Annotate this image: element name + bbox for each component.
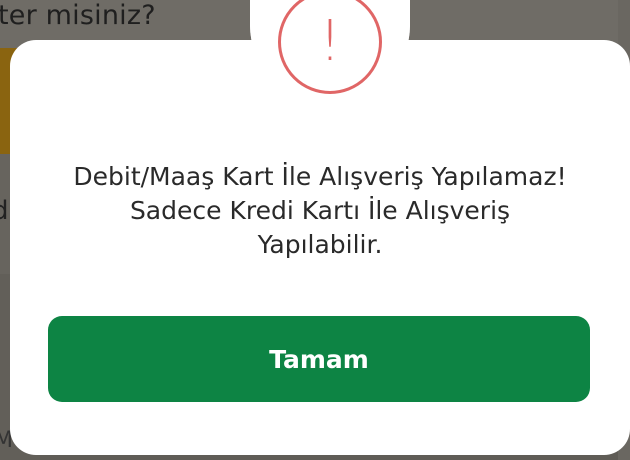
ok-button[interactable]: Tamam (48, 316, 590, 402)
background-question-text: ter misiniz? (0, 0, 156, 31)
background-side-text: d (0, 196, 9, 226)
alert-dialog: ! Debit/Maaş Kart İle Alışveriş Yapılama… (10, 0, 630, 455)
dialog-message: Debit/Maaş Kart İle Alışveriş Yapılamaz!… (10, 160, 630, 262)
exclamation-icon: ! (318, 9, 342, 74)
message-line-1: Debit/Maaş Kart İle Alışveriş Yapılamaz! (73, 162, 567, 191)
message-line-3: Yapılabilir. (257, 230, 383, 259)
message-line-2: Sadece Kredi Kartı İle Alışveriş (129, 196, 511, 225)
